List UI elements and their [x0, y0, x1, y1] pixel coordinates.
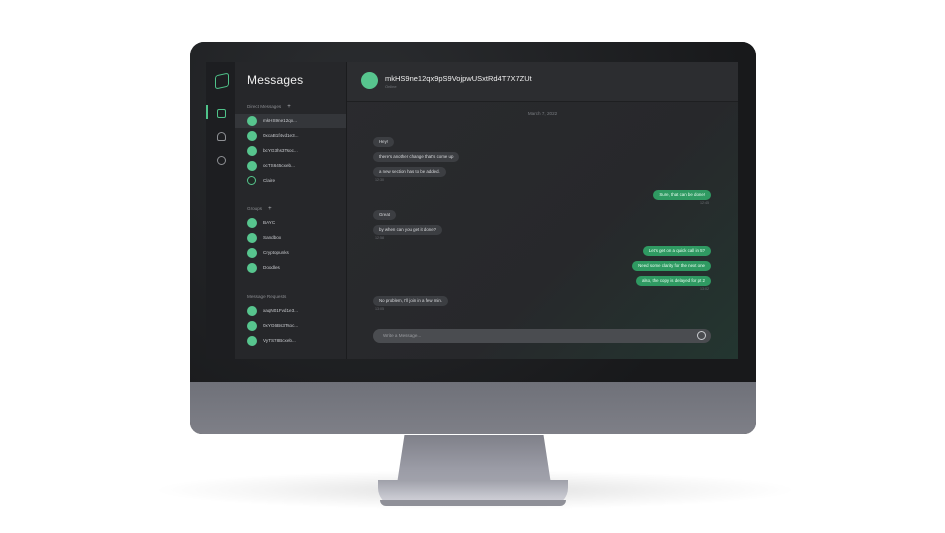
- message-incoming: Great: [373, 210, 396, 220]
- group-name: Doodles: [263, 265, 280, 270]
- section-label: Direct Messages: [247, 104, 282, 109]
- sidebar-item-request[interactable]: 0xYG6Bs3Tsoc...: [235, 319, 346, 333]
- group-name: Cryptopunks: [263, 250, 289, 255]
- contact-name: bcYG3hs3Tsoc...: [263, 148, 298, 153]
- chat-panel: mkHS9ne12qx9pS9VojpwUSxtRd4T7X7ZUt Onlin…: [347, 62, 738, 359]
- avatar: [247, 336, 257, 346]
- message-timestamp: 12:30: [375, 178, 384, 182]
- sidebar-item-request[interactable]: VyTS78Bcxeb...: [235, 334, 346, 348]
- chat-header: mkHS9ne12qx9pS9VojpwUSxtRd4T7X7ZUt Onlin…: [347, 62, 738, 102]
- avatar: [247, 146, 257, 156]
- emoji-icon[interactable]: [697, 331, 706, 340]
- sidebar-item-group[interactable]: Cryptopunks: [235, 246, 346, 260]
- message-timestamp: 12:45: [700, 201, 709, 205]
- sidebar-item-direct[interactable]: mkHS9ne12qx...: [235, 114, 346, 128]
- avatar: [247, 131, 257, 141]
- users-icon[interactable]: [217, 132, 226, 141]
- contact-name: 0xcaB1f4vd1e3...: [263, 133, 299, 138]
- message-input[interactable]: Write a Message...: [373, 329, 711, 343]
- group-name: Sandbox: [263, 235, 282, 240]
- avatar: [247, 116, 257, 126]
- avatar: [247, 306, 257, 316]
- message-incoming: there's another change that's come up: [373, 152, 460, 162]
- page-title: Messages: [247, 73, 304, 87]
- avatar: [247, 248, 257, 258]
- message-outgoing: Need some clarity for the next one: [632, 261, 711, 271]
- message-outgoing: also, the copy is delayed for pt 2: [636, 276, 711, 286]
- section-label: Groups: [247, 206, 263, 211]
- section-message-requests: Message Requests: [247, 294, 286, 299]
- sidebar-item-group[interactable]: BAYC: [235, 216, 346, 230]
- avatar: [247, 321, 257, 331]
- avatar: [247, 176, 256, 185]
- avatar[interactable]: [361, 72, 378, 89]
- sidebar-item-group[interactable]: Sandbox: [235, 231, 346, 245]
- date-divider: March 7, 2022: [527, 111, 558, 116]
- group-name: BAYC: [263, 220, 276, 225]
- chat-contact-status: Online: [385, 84, 397, 89]
- chat-icon[interactable]: [217, 109, 226, 118]
- sidebar-item-direct[interactable]: 0xcaB1f4vd1e3...: [235, 129, 346, 143]
- contact-name: Claire: [263, 178, 275, 183]
- settings-icon[interactable]: [217, 156, 226, 165]
- contact-name: ocTS645cxeb...: [263, 163, 295, 168]
- sidebar-item-direct[interactable]: bcYG3hs3Tsoc...: [235, 144, 346, 158]
- contact-name: 0xYG6Bs3Tsoc...: [263, 323, 299, 328]
- message-incoming: Hey!: [373, 137, 395, 147]
- message-timestamp: 12:58: [375, 236, 384, 240]
- add-direct-message-button[interactable]: +: [287, 104, 291, 110]
- avatar: [247, 263, 257, 273]
- avatar: [247, 161, 257, 171]
- sidebar-item-direct[interactable]: ocTS645cxeb...: [235, 159, 346, 173]
- chat-contact-name: mkHS9ne12qx9pS9VojpwUSxtRd4T7X7ZUt: [385, 74, 532, 83]
- section-groups: Groups +: [247, 206, 272, 212]
- monitor-stand-lip: [380, 500, 566, 506]
- monitor-chin: [190, 382, 756, 434]
- message-input-placeholder: Write a Message...: [383, 333, 422, 338]
- scene: Messages Direct Messages + mkHS9ne12qx...…: [0, 0, 945, 533]
- message-incoming: by when can you get it done?: [373, 225, 443, 235]
- message-outgoing: Sure, that can be done!: [653, 190, 711, 200]
- message-timestamp: 13:05: [375, 307, 384, 311]
- message-outgoing: Let's get on a quick call in 5?: [642, 246, 711, 256]
- section-label: Message Requests: [247, 294, 287, 299]
- sidebar-item-request[interactable]: xaqN01Fvd1e3...: [235, 304, 346, 318]
- contact-name: mkHS9ne12qx...: [263, 118, 297, 123]
- icon-rail: [206, 62, 235, 359]
- contact-name: xaqN01Fvd1e3...: [263, 308, 298, 313]
- add-group-button[interactable]: +: [268, 206, 272, 212]
- logo-icon[interactable]: [215, 72, 229, 90]
- section-direct-messages: Direct Messages +: [247, 104, 291, 110]
- message-incoming: a new section has to be added.: [373, 167, 446, 177]
- message-incoming: No problem, I'll join in a few min.: [373, 296, 449, 306]
- app-screen: Messages Direct Messages + mkHS9ne12qx...…: [206, 62, 738, 359]
- avatar: [247, 218, 257, 228]
- sidebar-item-group[interactable]: Doodles: [235, 261, 346, 275]
- active-indicator: [206, 105, 208, 119]
- monitor: Messages Direct Messages + mkHS9ne12qx...…: [190, 42, 756, 434]
- sidebar-item-direct[interactable]: Claire: [235, 174, 346, 188]
- avatar: [247, 233, 257, 243]
- message-timestamp: 13:02: [700, 287, 709, 291]
- contact-name: VyTS78Bcxeb...: [263, 338, 296, 343]
- sidebar: Messages Direct Messages + mkHS9ne12qx...…: [235, 62, 347, 359]
